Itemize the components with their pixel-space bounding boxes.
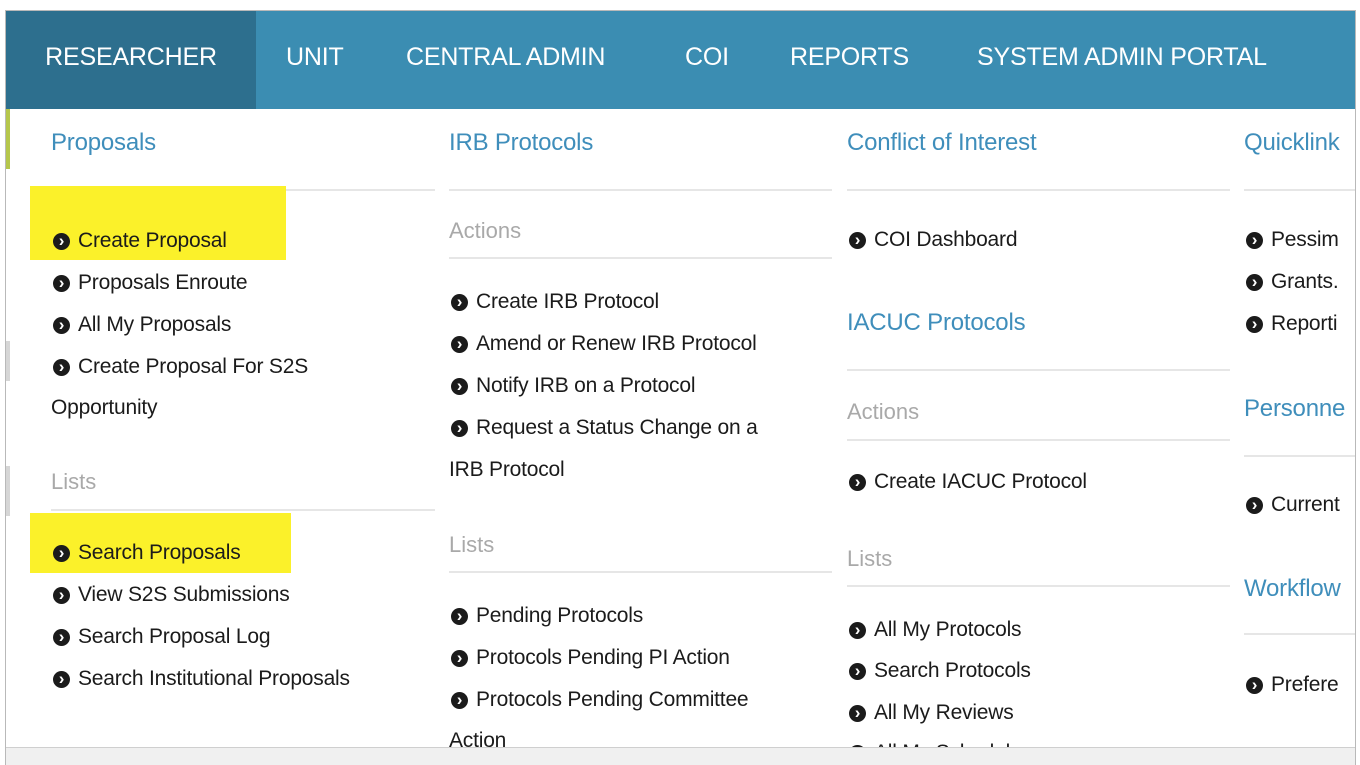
tab-reports[interactable]: REPORTS xyxy=(790,11,909,109)
chevron-circle-icon xyxy=(53,359,70,376)
link-create-irb-protocol[interactable]: Create IRB Protocol xyxy=(451,290,659,314)
link-pending-protocols[interactable]: Pending Protocols xyxy=(451,604,643,628)
link-create-proposal-s2s-wrap[interactable]: Opportunity xyxy=(51,396,158,420)
irb-protocols-heading: IRB Protocols xyxy=(449,129,594,156)
chevron-circle-icon xyxy=(53,275,70,292)
link-search-institutional-proposals[interactable]: Search Institutional Proposals xyxy=(53,667,350,691)
iacuc-actions-divider xyxy=(847,439,1230,441)
underlying-page-edge xyxy=(6,341,10,381)
link-quicklink-2[interactable]: Grants. xyxy=(1246,270,1339,294)
proposals-heading: Proposals xyxy=(51,129,156,156)
chevron-circle-icon xyxy=(53,233,70,250)
chevron-circle-icon xyxy=(1246,274,1263,291)
chevron-circle-icon xyxy=(451,378,468,395)
link-view-s2s-submissions[interactable]: View S2S Submissions xyxy=(53,583,290,607)
tab-central-admin[interactable]: CENTRAL ADMIN xyxy=(406,11,605,109)
link-all-my-reviews[interactable]: All My Reviews xyxy=(849,701,1014,725)
link-quicklink-1[interactable]: Pessim xyxy=(1246,228,1339,252)
iacuc-lists-label: Lists xyxy=(847,546,893,571)
chevron-circle-icon xyxy=(1246,677,1263,694)
tab-coi[interactable]: COI xyxy=(685,11,729,109)
link-proposals-enroute[interactable]: Proposals Enroute xyxy=(53,271,248,295)
workflow-divider xyxy=(1244,633,1355,635)
chevron-circle-icon xyxy=(849,622,866,639)
chevron-circle-icon xyxy=(451,608,468,625)
chevron-circle-icon xyxy=(849,232,866,249)
chevron-circle-icon xyxy=(849,663,866,680)
chevron-circle-icon xyxy=(451,420,468,437)
irb-actions-label: Actions xyxy=(449,218,522,243)
iacuc-lists-divider xyxy=(847,585,1230,587)
personnel-divider xyxy=(1244,455,1355,457)
link-search-proposal-log[interactable]: Search Proposal Log xyxy=(53,625,271,649)
link-request-status-change-wrap[interactable]: IRB Protocol xyxy=(449,458,565,482)
link-amend-renew-irb-protocol[interactable]: Amend or Renew IRB Protocol xyxy=(451,332,757,356)
chevron-circle-icon xyxy=(53,587,70,604)
link-all-my-protocols[interactable]: All My Protocols xyxy=(849,618,1022,642)
link-protocols-pending-pi-action[interactable]: Protocols Pending PI Action xyxy=(451,646,730,670)
conflict-of-interest-heading: Conflict of Interest xyxy=(847,129,1037,156)
chevron-circle-icon xyxy=(451,294,468,311)
underlying-page-footer xyxy=(6,747,1355,765)
link-create-proposal[interactable]: Create Proposal xyxy=(53,229,227,253)
irb-divider xyxy=(449,189,832,191)
iacuc-protocols-heading: IACUC Protocols xyxy=(847,309,1026,336)
chevron-circle-icon xyxy=(53,317,70,334)
workflow-heading: Workflow xyxy=(1244,575,1341,602)
proposals-lists-divider xyxy=(51,509,435,511)
link-protocols-pending-committee[interactable]: Protocols Pending Committee xyxy=(451,688,749,712)
chevron-circle-icon xyxy=(451,336,468,353)
chevron-circle-icon xyxy=(53,545,70,562)
chevron-circle-icon xyxy=(1246,316,1263,333)
underlying-page-edge xyxy=(6,466,10,516)
iacuc-divider xyxy=(847,369,1230,371)
link-quicklink-3[interactable]: Reporti xyxy=(1246,312,1337,336)
link-search-protocols[interactable]: Search Protocols xyxy=(849,659,1031,683)
link-preferences[interactable]: Prefere xyxy=(1246,673,1339,697)
irb-lists-divider xyxy=(449,571,832,573)
underlying-page-edge xyxy=(6,109,10,169)
chevron-circle-icon xyxy=(53,629,70,646)
quicklinks-divider xyxy=(1244,189,1355,191)
chevron-circle-icon xyxy=(1246,232,1263,249)
tab-unit[interactable]: UNIT xyxy=(286,11,344,109)
tab-system-admin-portal[interactable]: SYSTEM ADMIN PORTAL xyxy=(977,11,1267,109)
link-coi-dashboard[interactable]: COI Dashboard xyxy=(849,228,1018,252)
chevron-circle-icon xyxy=(849,474,866,491)
link-current[interactable]: Current xyxy=(1246,493,1340,517)
chevron-circle-icon xyxy=(451,650,468,667)
coi-divider xyxy=(847,189,1230,191)
link-create-proposal-s2s[interactable]: Create Proposal For S2S xyxy=(53,355,308,379)
link-search-proposals[interactable]: Search Proposals xyxy=(53,541,241,565)
personnel-heading: Personne xyxy=(1244,395,1346,422)
proposals-lists-label: Lists xyxy=(51,469,97,494)
chevron-circle-icon xyxy=(1246,497,1263,514)
tab-researcher[interactable]: RESEARCHER xyxy=(6,11,256,109)
iacuc-actions-label: Actions xyxy=(847,399,920,424)
mega-menu-frame: RESEARCHER UNIT CENTRAL ADMIN COI REPORT… xyxy=(5,10,1356,765)
link-notify-irb[interactable]: Notify IRB on a Protocol xyxy=(451,374,696,398)
quicklinks-heading: Quicklink xyxy=(1244,129,1340,156)
link-all-my-proposals[interactable]: All My Proposals xyxy=(53,313,231,337)
chevron-circle-icon xyxy=(849,705,866,722)
link-request-status-change[interactable]: Request a Status Change on a xyxy=(451,416,758,440)
irb-lists-label: Lists xyxy=(449,532,495,557)
top-navigation-bar: RESEARCHER UNIT CENTRAL ADMIN COI REPORT… xyxy=(6,11,1355,109)
link-create-iacuc-protocol[interactable]: Create IACUC Protocol xyxy=(849,470,1087,494)
irb-actions-divider xyxy=(449,257,832,259)
chevron-circle-icon xyxy=(451,692,468,709)
chevron-circle-icon xyxy=(53,671,70,688)
